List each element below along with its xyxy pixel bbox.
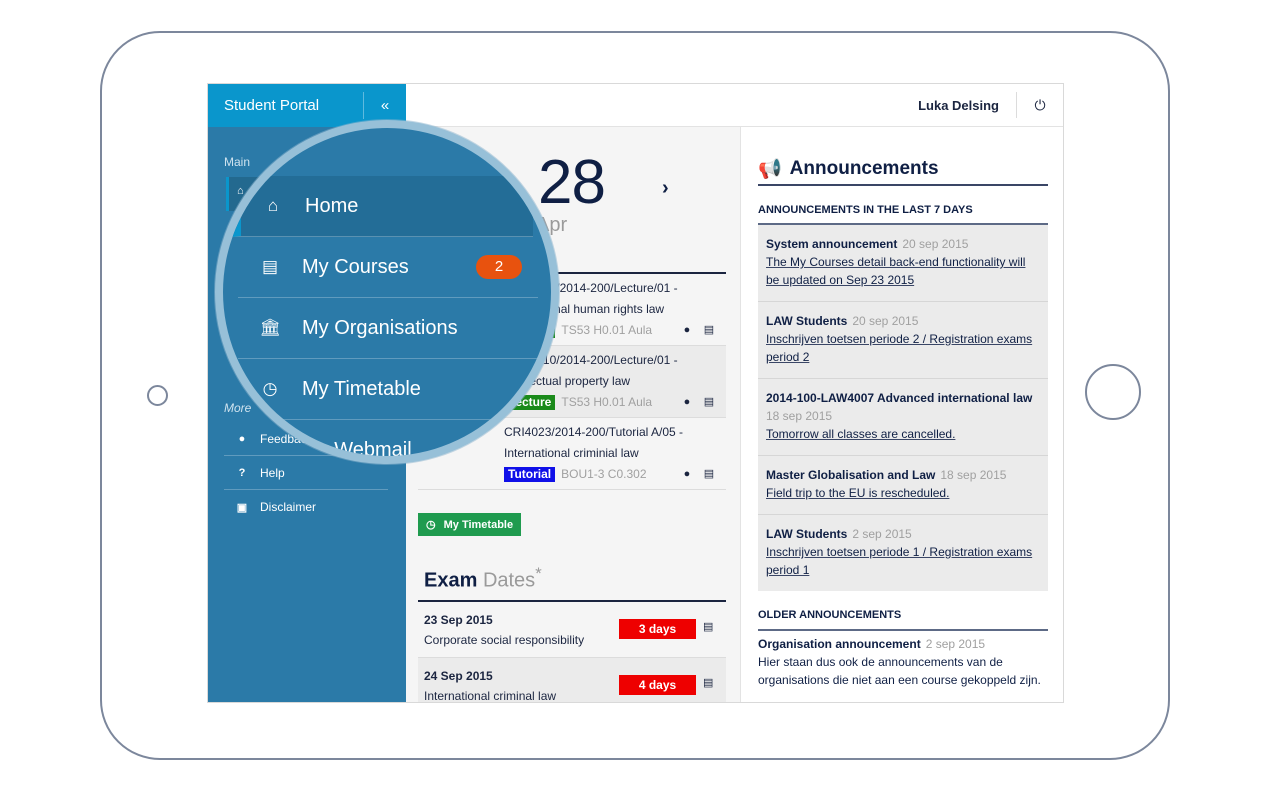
lesson-type-badge: Tutorial — [504, 467, 556, 482]
announcements-title: Announcements — [789, 158, 939, 179]
announcement-date: 20 sep 2015 — [902, 237, 969, 251]
announcements-column: 📢 Announcements ANNOUNCEMENTS IN THE LAS… — [740, 127, 1063, 702]
nav-item-my-timetable[interactable]: ◷ My Timetable — [238, 359, 538, 420]
sidebar-item-label: Help — [260, 465, 285, 480]
announcement-source: 2014-100-LAW4007 Advanced international … — [766, 391, 1033, 405]
tablet-camera — [147, 385, 168, 406]
button-label: My Timetable — [443, 518, 514, 531]
teacher-icon[interactable]: ● — [676, 392, 698, 413]
announcement-source: System announcement — [766, 237, 898, 251]
nav-item-my-courses[interactable]: ▤ My Courses 2 — [238, 237, 538, 298]
older-announcement-item: Organisation announcement 2 sep 2015 Hier… — [758, 635, 1048, 689]
book-icon[interactable]: ▤ — [703, 620, 713, 633]
announcement-item: System announcement 20 sep 2015 The My Co… — [758, 225, 1048, 302]
clock-icon: ◷ — [262, 379, 278, 398]
user-name[interactable]: Luka Delsing — [918, 98, 1016, 113]
exam-countdown-badge: 4 days — [619, 675, 696, 695]
nav-label: Home — [305, 194, 359, 217]
lesson-room: BOU1-3 C0.302 — [561, 467, 647, 481]
nav-label: My Organisations — [302, 316, 458, 339]
announcement-date: 18 sep 2015 — [940, 468, 1007, 482]
question-icon: ? — [238, 466, 246, 479]
exam-item[interactable]: 23 Sep 2015 Corporate social responsibil… — [418, 602, 726, 658]
announcement-date: 2 sep 2015 — [852, 527, 912, 541]
institution-icon: 🏛 — [259, 318, 281, 337]
announcement-item: 2014-100-LAW4007 Advanced international … — [758, 379, 1048, 456]
magnifier-overlay: ⌂ Home ▤ My Courses 2 🏛 My Organisations… — [215, 120, 559, 464]
exam-countdown-badge: 3 days — [619, 619, 696, 639]
announcement-link[interactable]: Inschrijven toetsen periode 1 / Registra… — [766, 545, 1032, 577]
lesson-room: TS53 H0.01 Aula — [561, 323, 653, 337]
exam-title-bold: Exam — [424, 569, 478, 592]
announcement-source: LAW Students — [766, 527, 848, 541]
collapse-sidebar-icon[interactable]: « — [364, 97, 406, 114]
courses-count-badge: 2 — [476, 255, 522, 279]
exam-list: 23 Sep 2015 Corporate social responsibil… — [418, 602, 726, 702]
stage: Student Portal « Main ⌂ More ● Feedback … — [0, 0, 1280, 800]
document-icon: ▣ — [236, 501, 248, 514]
announcement-date: 18 sep 2015 — [766, 409, 833, 423]
topbar: Luka Delsing ⏻ — [406, 84, 1063, 127]
announcement-item: Master Globalisation and Law 18 sep 2015 … — [758, 456, 1048, 515]
recent-announcements-list: System announcement 20 sep 2015 The My Co… — [758, 225, 1048, 591]
tablet-home-button[interactable] — [1085, 364, 1141, 420]
megaphone-icon: 📢 — [758, 159, 782, 180]
lesson-meta: Tutorial BOU1-3 C0.302 ● ▤ — [424, 464, 720, 485]
announcement-text: Hier staan dus ook de announcements van … — [758, 655, 1041, 687]
announcement-source: LAW Students — [766, 314, 848, 328]
next-day-chevron-icon[interactable]: › — [662, 177, 669, 200]
announcements-divider — [758, 184, 1048, 186]
announcement-date: 20 sep 2015 — [852, 314, 919, 328]
book-icon[interactable]: ▤ — [698, 392, 720, 413]
announcement-link[interactable]: Field trip to the EU is rescheduled. — [766, 486, 949, 500]
announcement-link[interactable]: The My Courses detail back-end functiona… — [766, 255, 1025, 287]
magnified-nav: ⌂ Home ▤ My Courses 2 🏛 My Organisations… — [223, 128, 551, 456]
sidebar-item-label: Disclaimer — [260, 500, 317, 514]
exam-dates-heading: Exam Dates* — [424, 564, 542, 593]
home-icon: ⌂ — [267, 196, 279, 215]
app-title: Student Portal — [224, 97, 320, 114]
logout-power-icon[interactable]: ⏻ — [1017, 97, 1063, 114]
exam-title-light: Dates — [482, 569, 536, 592]
announcements-heading: 📢 Announcements — [758, 157, 939, 181]
book-icon[interactable]: ▤ — [703, 676, 713, 689]
older-announcements-header: OLDER ANNOUNCEMENTS — [758, 609, 902, 621]
teacher-icon[interactable]: ● — [676, 464, 698, 485]
nav-label: My Courses — [302, 255, 409, 278]
book-icon[interactable]: ▤ — [698, 464, 720, 485]
announcement-link[interactable]: Inschrijven toetsen periode 2 / Registra… — [766, 332, 1032, 364]
my-timetable-button[interactable]: ◷ My Timetable — [418, 513, 522, 536]
announcement-item: LAW Students 2 sep 2015 Inschrijven toets… — [758, 515, 1048, 591]
sidebar-item-disclaimer[interactable]: ▣ Disclaimer — [224, 490, 388, 524]
nav-label: My Timetable — [302, 377, 421, 400]
announcement-date: 2 sep 2015 — [925, 637, 986, 651]
announcement-source: Master Globalisation and Law — [766, 468, 936, 482]
book-icon: ▤ — [261, 257, 279, 276]
nav-item-home[interactable]: ⌂ Home — [233, 176, 533, 237]
lesson-room: TS53 H0.01 Aula — [561, 395, 653, 409]
exam-item[interactable]: 24 Sep 2015 International criminal law 4… — [418, 658, 726, 702]
announcement-item: LAW Students 20 sep 2015 Inschrijven toet… — [758, 302, 1048, 379]
book-icon[interactable]: ▤ — [698, 320, 720, 341]
older-divider — [758, 629, 1048, 631]
nav-item-my-organisations[interactable]: 🏛 My Organisations — [238, 298, 538, 359]
clock-icon: ◷ — [426, 519, 436, 531]
announcement-source: Organisation announcement — [758, 637, 921, 651]
recent-announcements-header: ANNOUNCEMENTS IN THE LAST 7 DAYS — [758, 204, 973, 216]
announcement-link[interactable]: Tomorrow all classes are cancelled. — [766, 427, 955, 441]
teacher-icon[interactable]: ● — [676, 320, 698, 341]
exam-title-asterisk: * — [535, 564, 542, 583]
